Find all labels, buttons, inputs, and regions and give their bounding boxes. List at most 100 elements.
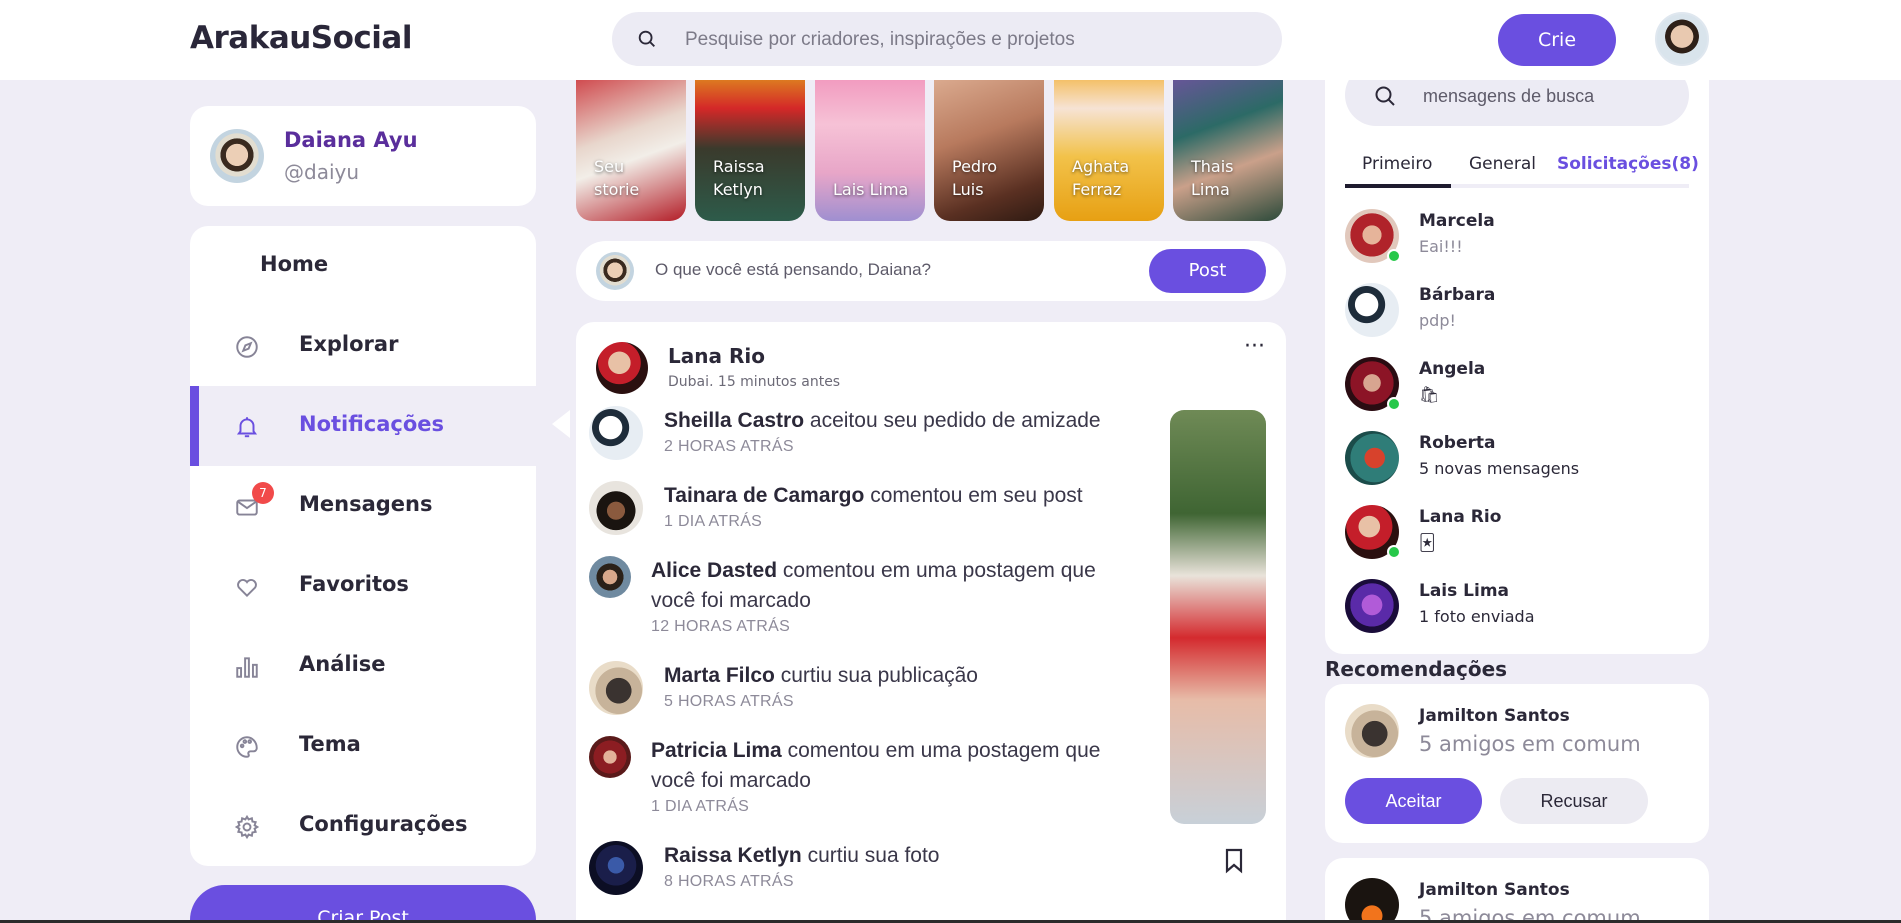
- avatar: [210, 129, 264, 183]
- accept-button[interactable]: Aceitar: [1345, 778, 1482, 824]
- sidebar-item-home[interactable]: Home: [190, 226, 536, 306]
- palette-icon: [236, 736, 258, 758]
- notification-text: Raissa Ketlyn curtiu sua foto: [664, 841, 939, 871]
- online-indicator: [1387, 397, 1401, 411]
- avatar: [589, 406, 643, 460]
- contact-name: Roberta: [1419, 433, 1496, 453]
- notification-user: Raissa Ketlyn: [664, 844, 802, 867]
- contact-last-message: 1 foto enviada: [1419, 607, 1535, 626]
- contact-item[interactable]: Lais Lima 1 foto enviada: [1345, 579, 1689, 635]
- post-button[interactable]: Post: [1149, 249, 1266, 293]
- sidebar-item-notificacoes[interactable]: Notificações: [190, 386, 536, 466]
- message-tabs: Primeiro General Solicitações(8): [1345, 148, 1699, 188]
- notification-action: comentou em seu post: [870, 484, 1083, 507]
- online-indicator: [1387, 545, 1401, 559]
- heart-icon: [237, 578, 257, 598]
- bookmark-icon[interactable]: [1224, 848, 1244, 874]
- notification-user: Patricia Lima: [651, 739, 782, 762]
- search-placeholder[interactable]: Pesquise por criadores, inspirações e pr…: [685, 29, 1075, 51]
- notification-text: Sheilla Castro aceitou seu pedido de ami…: [664, 406, 1101, 436]
- contact-name: Bárbara: [1419, 285, 1496, 305]
- decline-button[interactable]: Recusar: [1500, 778, 1648, 824]
- contact-item[interactable]: Lana Rio 🃏: [1345, 505, 1689, 561]
- sidebar-item-label: Notificações: [299, 412, 445, 436]
- notification-time: 1 DIA ATRÁS: [664, 513, 763, 530]
- mutual-friends: 5 amigos em comum: [1419, 732, 1641, 756]
- story-card[interactable]: Lais Lima: [815, 60, 925, 221]
- avatar: [1345, 878, 1399, 923]
- story-caption: Lais Lima: [833, 180, 909, 199]
- avatar: [1345, 431, 1399, 485]
- unread-badge: 7: [252, 482, 274, 504]
- notification-user: Sheilla Castro: [664, 409, 805, 432]
- sidebar-item-label: Favoritos: [299, 572, 409, 596]
- create-post-button[interactable]: Criar Post: [190, 885, 536, 923]
- recommendation-card: Jamilton Santos 5 amigos em comum: [1325, 858, 1709, 923]
- compass-icon: [236, 336, 258, 358]
- create-button[interactable]: Crie: [1498, 14, 1616, 66]
- recommendation-name[interactable]: Jamilton Santos: [1419, 880, 1570, 900]
- messages-search-placeholder[interactable]: mensagens de busca: [1423, 86, 1594, 107]
- sidebar-item-label: Explorar: [299, 332, 399, 356]
- avatar: [589, 481, 643, 535]
- contact-last-message: 🛍: [1419, 385, 1440, 404]
- tab-general[interactable]: General: [1469, 154, 1536, 174]
- composer-input[interactable]: O que você está pensando, Daiana?: [655, 260, 931, 280]
- contact-name: Lana Rio: [1419, 507, 1502, 527]
- notification-user: Marta Filco: [664, 664, 775, 687]
- sidebar-item-configuracoes[interactable]: Configurações: [190, 786, 536, 866]
- avatar: [589, 841, 643, 895]
- notifications-popup: Sheilla Castro aceitou seu pedido de ami…: [552, 398, 1150, 918]
- tab-primeiro[interactable]: Primeiro: [1345, 154, 1451, 188]
- avatar: [589, 736, 631, 778]
- avatar: [1345, 704, 1399, 758]
- sidebar-item-label: Configurações: [299, 812, 468, 836]
- contact-item[interactable]: Roberta 5 novas mensagens: [1345, 431, 1689, 487]
- story-caption: Aghata Ferraz: [1072, 157, 1130, 199]
- profile-handle: @daiyu: [284, 160, 360, 184]
- story-card[interactable]: Aghata Ferraz: [1054, 60, 1164, 221]
- notification-user: Tainara de Camargo: [664, 484, 865, 507]
- contact-item[interactable]: Marcela Eai!!!: [1345, 209, 1689, 265]
- recommendation-name[interactable]: Jamilton Santos: [1419, 706, 1570, 726]
- sidebar-item-analise[interactable]: Análise: [190, 626, 536, 706]
- contact-last-message: 5 novas mensagens: [1419, 459, 1580, 478]
- global-search[interactable]: Pesquise por criadores, inspirações e pr…: [612, 12, 1282, 66]
- sidebar-item-explorar[interactable]: Explorar: [190, 306, 536, 386]
- sidebar-item-mensagens[interactable]: 7 Mensagens: [190, 466, 536, 546]
- online-indicator: [1387, 249, 1401, 263]
- more-options-icon[interactable]: ···: [1244, 334, 1265, 359]
- top-bar: ArakauSocial Pesquise por criadores, ins…: [0, 0, 1901, 80]
- avatar: [1345, 283, 1399, 337]
- story-card[interactable]: Seu storie: [576, 60, 686, 221]
- contact-last-message: Eai!!!: [1419, 237, 1463, 256]
- contact-item[interactable]: Bárbara pdp!: [1345, 283, 1689, 339]
- recommendations-title: Recomendações: [1325, 657, 1508, 681]
- search-icon: [638, 30, 655, 47]
- tab-solicitacoes[interactable]: Solicitações(8): [1557, 154, 1699, 174]
- bar-chart-icon: [236, 657, 258, 678]
- contact-name: Angela: [1419, 359, 1486, 379]
- contact-item[interactable]: Angela 🛍: [1345, 357, 1689, 413]
- post-composer[interactable]: O que você está pensando, Daiana? Post: [576, 241, 1286, 301]
- notification-action: curtiu sua publicação: [780, 664, 978, 687]
- avatar: [589, 556, 631, 598]
- brand-logo[interactable]: ArakauSocial: [190, 20, 412, 56]
- sidebar-item-favoritos[interactable]: Favoritos: [190, 546, 536, 626]
- sidebar-item-tema[interactable]: Tema: [190, 706, 536, 786]
- avatar[interactable]: [596, 342, 648, 394]
- story-card[interactable]: Pedro Luis: [934, 60, 1044, 221]
- post-author[interactable]: Lana Rio: [668, 344, 765, 368]
- notification-time: 8 HORAS ATRÁS: [664, 873, 794, 890]
- notification-time: 2 HORAS ATRÁS: [664, 438, 794, 455]
- contact-name: Lais Lima: [1419, 581, 1510, 601]
- story-card[interactable]: Raissa Ketlyn: [695, 60, 805, 221]
- story-card[interactable]: Thais Lima: [1173, 60, 1283, 221]
- search-icon: [1375, 86, 1395, 106]
- notification-text: Patricia Lima comentou em uma postagem q…: [651, 736, 1141, 796]
- post-photo[interactable]: [1170, 410, 1266, 824]
- profile-card[interactable]: Daiana Ayu @daiyu: [190, 106, 536, 206]
- notification-text: Alice Dasted comentou em uma postagem qu…: [651, 556, 1141, 616]
- user-avatar[interactable]: [1655, 12, 1709, 66]
- recommendation-card: Jamilton Santos 5 amigos em comum Aceita…: [1325, 684, 1709, 843]
